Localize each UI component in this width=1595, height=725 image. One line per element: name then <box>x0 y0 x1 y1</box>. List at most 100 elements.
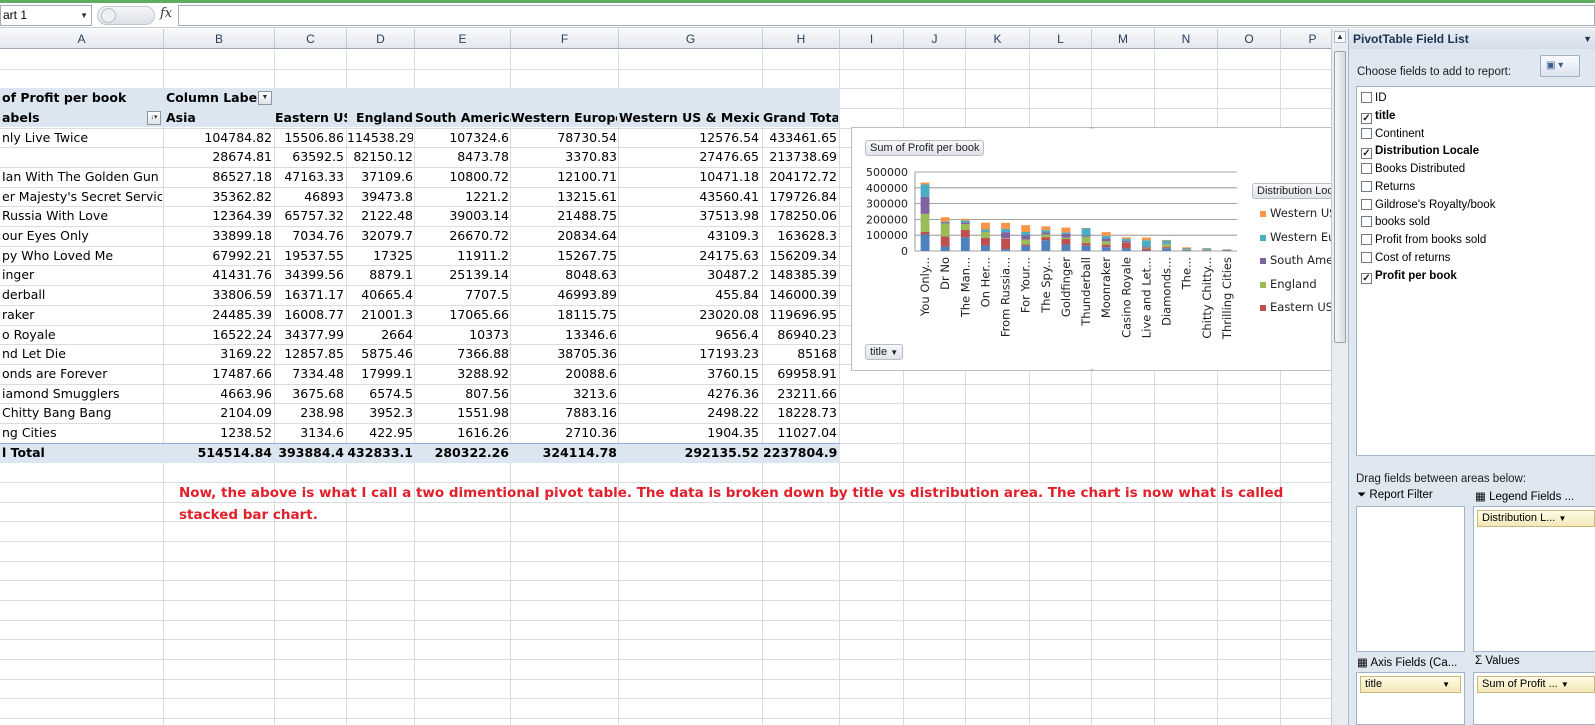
column-header-g[interactable]: G <box>619 29 763 49</box>
pivot-value-cell: 422.95 <box>369 425 413 440</box>
pivot-value-cell: 16522.24 <box>212 327 272 342</box>
values-field-item[interactable]: Sum of Profit ... ▼ <box>1477 676 1595 693</box>
column-header-o[interactable]: O <box>1218 29 1281 49</box>
chevron-down-icon[interactable]: ▼ <box>1583 29 1592 49</box>
column-header-j[interactable]: J <box>904 29 966 49</box>
chevron-down-icon[interactable]: ▼ <box>80 6 88 25</box>
pivot-value-cell: 292135.52 <box>684 445 759 460</box>
checkbox[interactable] <box>1361 251 1372 263</box>
name-box[interactable]: art 1 ▼ <box>0 5 92 26</box>
chart-bar-segment <box>1202 250 1212 251</box>
field-label: Profit from books sold <box>1375 234 1487 246</box>
column-header-d[interactable]: D <box>347 29 415 49</box>
column-header-l[interactable]: L <box>1030 29 1092 49</box>
insert-function-button[interactable]: fx <box>160 6 172 21</box>
field-item-profit-per-book[interactable]: ✓ Profit per book <box>1361 267 1457 285</box>
chart-bar-segment <box>1101 247 1111 251</box>
axis-fields-drop-area[interactable]: title ▼ <box>1356 672 1465 725</box>
pivot-value-cell: 2710.36 <box>565 425 617 440</box>
legend-label: Eastern US <box>1270 300 1334 315</box>
field-item-books-sold[interactable]: books sold <box>1361 213 1430 231</box>
checkbox[interactable] <box>1361 216 1372 228</box>
field-item-continent[interactable]: Continent <box>1361 125 1424 143</box>
row-gridline <box>0 580 1331 581</box>
scrollbar-thumb[interactable] <box>1334 51 1346 343</box>
field-label: Distribution Locale <box>1375 145 1480 158</box>
checkbox[interactable]: ✓ <box>1361 112 1372 124</box>
field-list-layout-button[interactable]: ▣ ▾ <box>1540 55 1580 77</box>
legend-field-button[interactable]: Distribution Loca <box>1252 183 1338 199</box>
checkbox[interactable] <box>1361 234 1372 245</box>
checkbox[interactable] <box>1361 92 1372 103</box>
chart-bar-segment <box>1021 244 1031 246</box>
pivot-column-header: Asia <box>166 110 196 125</box>
field-item-distribution-locale[interactable]: ✓ Distribution Locale <box>1361 142 1479 160</box>
pivot-value-cell: 455.84 <box>715 287 759 302</box>
checkbox[interactable] <box>1361 180 1372 192</box>
column-header-n[interactable]: N <box>1155 29 1218 49</box>
checkbox[interactable] <box>1361 127 1372 139</box>
column-labels-filter-icon[interactable]: ▼ <box>258 91 272 105</box>
chart-bar-segment <box>920 196 930 214</box>
checkbox[interactable] <box>1361 163 1372 174</box>
field-item-id[interactable]: ID <box>1361 89 1387 107</box>
legend-label: England <box>1270 276 1317 291</box>
pivot-value-cell: 3675.68 <box>292 386 344 401</box>
pivot-row-labels: abels <box>2 110 40 125</box>
formula-bar-expand-handle[interactable] <box>97 6 155 25</box>
pivot-value-cell: 86940.23 <box>777 327 837 342</box>
report-filter-drop-area[interactable] <box>1356 506 1465 652</box>
checkbox[interactable]: ✓ <box>1361 148 1372 160</box>
pivot-row-title: our Eyes Only <box>2 228 89 243</box>
pivot-value-cell: 514514.84 <box>197 445 272 460</box>
chart-bar-segment <box>1121 240 1131 243</box>
column-header-h[interactable]: H <box>763 29 840 49</box>
chart-bar-segment <box>1162 240 1171 244</box>
formula-bar: art 1 ▼ fx <box>0 3 1595 28</box>
pivot-value-cell: 1616.26 <box>457 425 509 440</box>
pivot-value-cell: 8473.78 <box>457 149 509 164</box>
chart-bar-segment <box>1101 241 1111 245</box>
vertical-scrollbar[interactable]: ▲ <box>1331 29 1348 725</box>
chart-bar-segment <box>1041 234 1051 238</box>
scroll-up-arrow-icon[interactable]: ▲ <box>1334 31 1346 43</box>
chart-bar-segment <box>940 246 950 251</box>
formula-input[interactable] <box>178 5 1595 26</box>
pivot-chart[interactable]: ∙∙∙∙ ∙∙∙∙ Sum of Profit per book title ▼… <box>851 123 1340 374</box>
column-header-i[interactable]: I <box>840 29 904 49</box>
pivot-value-cell: 4663.96 <box>220 386 272 401</box>
column-header-b[interactable]: B <box>164 29 275 49</box>
row-labels-sort-filter-icon[interactable]: ↓▾ <box>147 111 161 125</box>
column-header-c[interactable]: C <box>275 29 347 49</box>
pivot-value-cell: 28674.81 <box>212 149 272 164</box>
column-header-k[interactable]: K <box>966 29 1030 49</box>
chart-bar-segment <box>981 222 990 230</box>
column-header-a[interactable]: A <box>0 29 164 49</box>
pivot-row-title: er Majesty's Secret Service <box>2 189 162 204</box>
values-drop-area[interactable]: Sum of Profit ... ▼ <box>1473 672 1595 725</box>
column-header-m[interactable]: M <box>1092 29 1155 49</box>
legend-field-item[interactable]: Distribution L... ▼ <box>1477 510 1595 527</box>
pivot-value-cell: 11027.04 <box>777 425 837 440</box>
pivot-value-cell: 156209.34 <box>769 248 837 263</box>
field-item-title[interactable]: ✓ title <box>1361 107 1395 125</box>
chart-bar-segment <box>920 234 930 251</box>
legend-entry: Western US <box>1260 206 1337 220</box>
field-list-box: ID ✓ title Continent ✓ Distribution Locale Boo… <box>1356 86 1595 456</box>
column-header-e[interactable]: E <box>415 29 511 49</box>
checkbox[interactable] <box>1361 198 1372 210</box>
checkbox[interactable]: ✓ <box>1361 272 1372 284</box>
column-header-p[interactable]: P <box>1281 29 1331 49</box>
field-item-profit-from-books-sold[interactable]: Profit from books sold <box>1361 231 1486 249</box>
field-item-gildrose-s-royalty-book[interactable]: Gildrose's Royalty/book <box>1361 196 1495 214</box>
field-item-cost-of-returns[interactable]: Cost of returns <box>1361 249 1450 267</box>
values-header: Σ Values <box>1475 655 1520 667</box>
chart-x-tick-label: Casino Royale <box>1119 257 1133 338</box>
legend-fields-drop-area[interactable]: Distribution L... ▼ <box>1473 506 1595 652</box>
axis-field-item[interactable]: title ▼ <box>1360 676 1461 693</box>
pivot-value-cell: 30487.2 <box>707 267 759 282</box>
field-item-returns[interactable]: Returns <box>1361 178 1415 196</box>
column-header-f[interactable]: F <box>511 29 619 49</box>
field-item-books-distributed[interactable]: Books Distributed <box>1361 160 1465 178</box>
pivot-value-cell: 67992.21 <box>212 248 272 263</box>
